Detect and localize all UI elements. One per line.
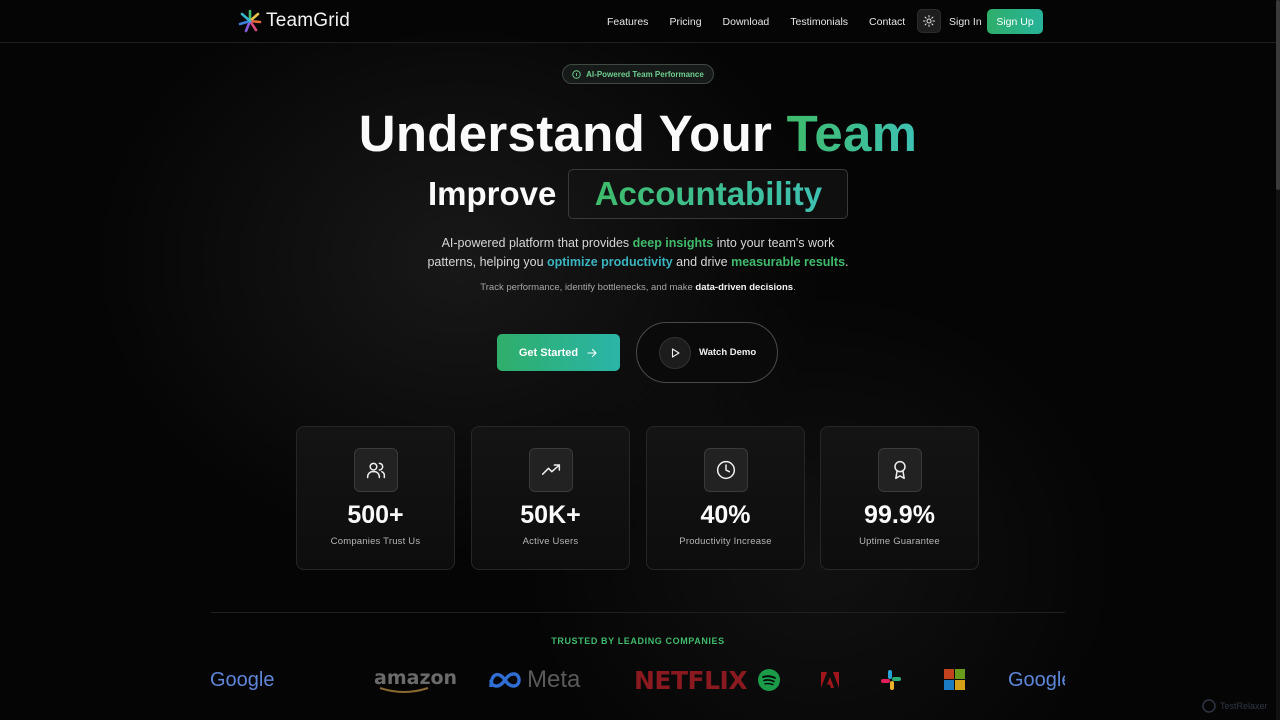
- play-button[interactable]: [659, 336, 691, 369]
- sign-up-button[interactable]: Sign Up: [987, 9, 1043, 34]
- stat-card-productivity: 40% Productivity Increase: [646, 426, 805, 570]
- amazon-logo: amazon: [374, 664, 457, 696]
- sun-icon: [923, 15, 935, 27]
- adobe-logo: [821, 664, 839, 696]
- desc-text-3: patterns, helping you: [427, 255, 547, 269]
- meta-infinity-icon: [489, 672, 521, 688]
- amazon-smile-icon: [379, 686, 429, 693]
- users-icon: [366, 462, 386, 479]
- stat-card-uptime: 99.9% Uptime Guarantee: [820, 426, 979, 570]
- desc-text-5: .: [845, 255, 849, 269]
- netflix-logo: NETFLIX: [634, 664, 748, 696]
- desc-text-1: AI-powered platform that provides: [441, 236, 633, 250]
- stat-label: Companies Trust Us: [330, 536, 421, 547]
- improve-row: Improve Accountability: [428, 169, 849, 219]
- stat-value: 40%: [700, 501, 751, 529]
- watch-demo-button[interactable]: Watch Demo: [636, 322, 778, 383]
- subdesc-bold: data-driven decisions: [695, 282, 794, 293]
- rotating-word-box: Accountability: [568, 169, 849, 219]
- stat-value: 50K+: [520, 501, 581, 529]
- improve-label: Improve: [428, 175, 557, 212]
- scrollbar-thumb[interactable]: [1276, 0, 1280, 190]
- watch-demo-label: Watch Demo: [699, 347, 757, 358]
- adobe-icon: [821, 672, 839, 688]
- meta-wordmark: Meta: [527, 666, 581, 693]
- nav-link-contact[interactable]: Contact: [869, 16, 905, 28]
- nav-link-download[interactable]: Download: [723, 16, 770, 28]
- logo[interactable]: TeamGrid: [238, 9, 350, 33]
- desc-text-4: and drive: [672, 255, 732, 269]
- stat-label: Productivity Increase: [679, 536, 772, 547]
- headline-accent: Team: [786, 105, 918, 162]
- microsoft-icon: [944, 669, 965, 690]
- headline-main: Understand Your: [358, 105, 787, 162]
- stat-icon-box: [529, 448, 573, 492]
- get-started-label: Get Started: [518, 346, 579, 359]
- clock-icon: [716, 460, 736, 480]
- get-started-button[interactable]: Get Started: [497, 334, 620, 371]
- hero-badge: AI-Powered Team Performance: [562, 64, 714, 84]
- stat-label: Uptime Guarantee: [859, 536, 940, 547]
- logo-text: TeamGrid: [266, 10, 350, 31]
- award-icon: [894, 460, 906, 480]
- sign-in-link[interactable]: Sign In: [949, 16, 982, 28]
- desc-highlight-productivity: optimize productivity: [547, 255, 673, 269]
- desc-highlight-results: measurable results: [731, 255, 846, 269]
- watermark: TestRelaxer: [1202, 699, 1268, 713]
- spotify-icon: [758, 669, 780, 691]
- google-wordmark: Google: [1008, 668, 1065, 691]
- stat-value: 500+: [347, 501, 404, 529]
- theme-toggle-button[interactable]: [917, 9, 941, 33]
- stat-icon-box: [878, 448, 922, 492]
- nav-link-features[interactable]: Features: [607, 16, 648, 28]
- nav-links: Features Pricing Download Testimonials C…: [607, 16, 926, 28]
- hero-headline: Understand Your Team: [0, 104, 1276, 163]
- info-icon: [572, 69, 581, 79]
- rotating-word: Accountability: [594, 175, 823, 212]
- stat-card-companies: 500+ Companies Trust Us: [296, 426, 455, 570]
- section-divider: [211, 612, 1065, 613]
- nav-link-testimonials[interactable]: Testimonials: [790, 16, 848, 28]
- netflix-wordmark: NETFLIX: [634, 665, 748, 695]
- google-logo: Google: [210, 664, 275, 696]
- google-wordmark: Google: [210, 668, 275, 691]
- meta-logo: Meta: [487, 664, 580, 696]
- stat-icon-box: [704, 448, 748, 492]
- hero-badge-text: AI-Powered Team Performance: [586, 69, 704, 79]
- trending-up-icon: [541, 464, 561, 475]
- stat-value: 99.9%: [864, 501, 935, 529]
- slack-logo: [880, 664, 902, 696]
- google-logo-repeat: Google: [1008, 664, 1065, 696]
- top-navbar: TeamGrid Features Pricing Download Testi…: [0, 0, 1276, 43]
- stat-icon-box: [354, 448, 398, 492]
- hero-description: AI-powered platform that provides deep i…: [0, 234, 1276, 272]
- play-icon: [671, 347, 680, 358]
- arrow-right-icon: [587, 348, 597, 357]
- stat-card-users: 50K+ Active Users: [471, 426, 630, 570]
- subdesc-end: .: [793, 282, 796, 293]
- logo-marquee: Google amazon Meta NETFLIX Googl: [210, 664, 1065, 696]
- nav-link-pricing[interactable]: Pricing: [669, 16, 701, 28]
- hero-subdescription: Track performance, identify bottlenecks,…: [0, 282, 1276, 293]
- page-scrollbar[interactable]: [1276, 0, 1280, 720]
- stat-label: Active Users: [522, 536, 579, 547]
- logo-icon: [238, 9, 262, 33]
- spotify-logo: [758, 664, 780, 696]
- watermark-text: TestRelaxer: [1220, 701, 1268, 711]
- watermark-icon: [1202, 699, 1216, 713]
- slack-icon: [881, 670, 901, 690]
- trusted-heading: TRUSTED BY LEADING COMPANIES: [551, 636, 725, 646]
- microsoft-logo: [944, 664, 966, 696]
- desc-text-2: into your team's work: [713, 236, 835, 250]
- subdesc-text: Track performance, identify bottlenecks,…: [480, 282, 696, 293]
- desc-highlight-insights: deep insights: [632, 236, 714, 250]
